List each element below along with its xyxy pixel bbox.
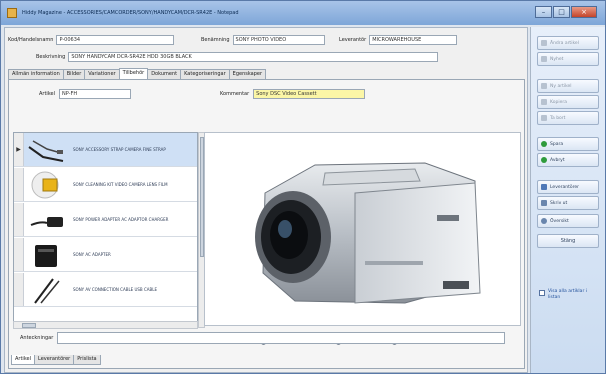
minimize-button[interactable]: – [535, 6, 552, 18]
code-field[interactable]: P-00634 [56, 35, 175, 45]
pencil-icon [541, 40, 547, 46]
print-icon [541, 200, 547, 206]
notes-label: Anteckningar [20, 335, 54, 341]
comment-field[interactable]: Sony DSC Video Cassett [253, 89, 366, 99]
description-field[interactable]: SONY HANDYCAM DCR-SR42E HDD 30GB BLACK [68, 52, 439, 62]
row-pointer: ▶ [14, 133, 24, 166]
article-field[interactable]: NP-FH [59, 89, 132, 99]
close-button[interactable]: × [571, 6, 597, 18]
new-icon [541, 83, 547, 89]
list-item-label: SONY POWER ADAPTER AC ADAPTOR CHARGER [73, 216, 169, 222]
adapter-thumbnail [27, 205, 67, 235]
new-article-button[interactable]: Ny artikel [537, 79, 599, 93]
description-label: Beskrivning [36, 54, 66, 60]
list-item[interactable]: ▶ SONY ACCESSORY STRAP CAMERA FINE STRAP [14, 133, 197, 167]
list-item-label: SONY CLEANING KIT VIDEO CAMERA LENS FILM [73, 181, 168, 187]
list-item[interactable]: SONY CLEANING KIT VIDEO CAMERA LENS FILM [14, 168, 197, 202]
green-dot-icon [541, 141, 547, 147]
tab-general[interactable]: Allmän information [8, 69, 64, 79]
truck-icon [541, 184, 547, 190]
close-form-button[interactable]: Stäng [537, 234, 599, 248]
scroll-thumb[interactable] [22, 323, 36, 328]
copy-button[interactable]: Kopiera [537, 95, 599, 109]
suppliers-button[interactable]: Leverantörer [537, 180, 599, 194]
tab-accessories[interactable]: Tillbehör [118, 68, 149, 79]
star-icon [541, 56, 547, 62]
list-horizontal-scrollbar[interactable] [13, 321, 198, 329]
tab-article[interactable]: Artikel [11, 355, 36, 365]
show-all-checkbox[interactable]: Visa alla artiklar i listan [539, 289, 599, 301]
product-image [204, 132, 521, 326]
action-sidebar: Ändra artikel Nyhet Ny artikel Kopiera T… [530, 27, 605, 373]
edit-article-button[interactable]: Ändra artikel [537, 36, 599, 50]
news-button[interactable]: Nyhet [537, 52, 599, 66]
tab-variations[interactable]: Variationer [84, 69, 120, 79]
tab-documents[interactable]: Dokument [147, 69, 182, 79]
tab-strip: Allmän information Bilder Variationer Ti… [8, 68, 267, 79]
application-window: Hiddy Magazine - ACCESSORIES/CAMCORDER/S… [0, 0, 606, 374]
tab-pricelist[interactable]: Prislista [73, 355, 101, 365]
producer-label: Leverantör [339, 37, 367, 43]
copy-icon [541, 99, 547, 105]
list-item[interactable]: SONY AC ADAPTER [14, 238, 197, 272]
list-item-label: SONY ACCESSORY STRAP CAMERA FINE STRAP [73, 146, 166, 152]
list-item-label: SONY AC ADAPTER [73, 251, 111, 257]
comment-label: Kommentar [220, 91, 250, 97]
cable-thumbnail [27, 275, 67, 305]
green-dot-icon [541, 157, 547, 163]
disc-thumbnail [27, 170, 67, 200]
cancel-button[interactable]: Avbryt [537, 153, 599, 167]
app-icon [7, 8, 17, 18]
accessories-panel: Artikel NP-FH Kommentar Sony DSC Video C… [8, 79, 525, 369]
tab-suppliers[interactable]: Leverantörer [34, 355, 75, 365]
tab-properties[interactable]: Egenskaper [228, 69, 267, 79]
main-content: Kod/Handelsnamn P-00634 Benämning SONY P… [4, 27, 528, 373]
title-bar[interactable]: Hiddy Magazine - ACCESSORIES/CAMCORDER/S… [1, 1, 605, 25]
notes-field[interactable] [57, 332, 506, 344]
code-label: Kod/Handelsnamn [8, 37, 54, 43]
print-button[interactable]: Skriv ut [537, 196, 599, 210]
save-button[interactable]: Spara [537, 137, 599, 151]
bottom-tab-strip: Artikel Leverantörer Prislista [11, 355, 101, 365]
accessories-list[interactable]: ▶ SONY ACCESSORY STRAP CAMERA FINE STRAP… [13, 132, 198, 328]
box-thumbnail [27, 240, 67, 270]
cable-thumbnail [27, 135, 67, 165]
tab-categories[interactable]: Kategoriseringar [180, 69, 230, 79]
delete-button[interactable]: Ta bort [537, 111, 599, 125]
list-item[interactable]: SONY AV CONNECTION CABLE USB CABLE [14, 273, 197, 307]
article-label: Artikel [39, 91, 56, 97]
name-label: Benämning [201, 37, 230, 43]
maximize-button[interactable]: □ [553, 6, 570, 18]
producer-field[interactable]: MICROWAREHOUSE [369, 35, 458, 45]
search-icon [541, 218, 547, 224]
name-field[interactable]: SONY PHOTO VIDEO [232, 35, 325, 45]
tab-images[interactable]: Bilder [62, 69, 86, 79]
list-item-label: SONY AV CONNECTION CABLE USB CABLE [73, 286, 157, 292]
overview-button[interactable]: Översikt [537, 214, 599, 228]
window-title: Hiddy Magazine - ACCESSORIES/CAMCORDER/S… [22, 10, 239, 16]
list-item[interactable]: SONY POWER ADAPTER AC ADAPTOR CHARGER [14, 203, 197, 237]
checkbox-box[interactable] [539, 290, 545, 296]
delete-icon [541, 115, 547, 121]
